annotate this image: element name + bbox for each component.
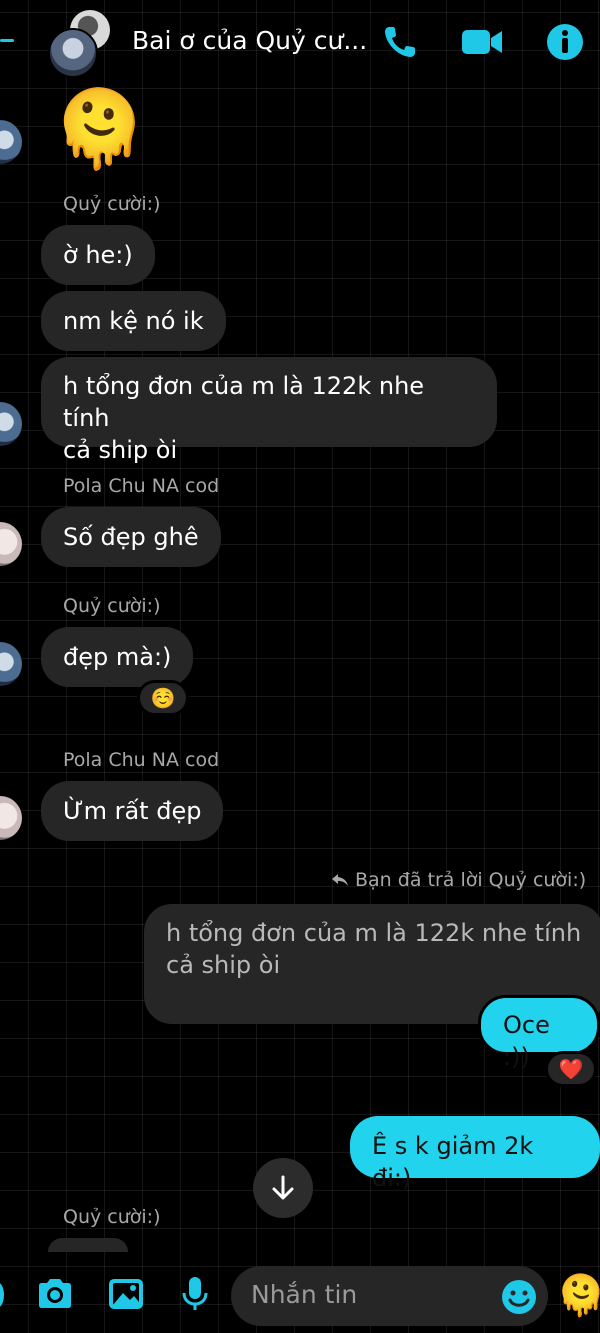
my-message-bubble[interactable]: Oce :))	[478, 995, 600, 1071]
message-input-placeholder: Nhắn tin	[251, 1280, 358, 1309]
message-line: cả ship òi	[63, 436, 178, 464]
arrow-down-icon	[272, 1175, 294, 1200]
phone-icon[interactable]	[380, 22, 420, 62]
sticker-message[interactable]: 🫠	[52, 86, 147, 172]
reply-icon	[332, 874, 348, 886]
quoted-line: cả ship òi	[166, 951, 281, 979]
sender-name: Quỷ cười:)	[63, 193, 161, 215]
group-avatar[interactable]	[48, 28, 98, 78]
sender-name: Quỷ cười:)	[63, 1206, 161, 1228]
my-message-bubble[interactable]: Ê s k giảm 2k đi:)	[350, 1116, 600, 1192]
scroll-to-bottom-button[interactable]	[253, 1158, 313, 1218]
message-bubble[interactable]: ờ he:)	[41, 225, 155, 285]
avatar[interactable]	[0, 522, 22, 566]
avatar[interactable]	[0, 642, 22, 686]
sender-name: Quỷ cười:)	[63, 595, 161, 617]
camera-icon[interactable]	[35, 1274, 75, 1314]
reply-note: Bạn đã trả lời Quỷ cười:)	[355, 869, 587, 891]
chat-title[interactable]: Bai ơ của Quỷ cư...	[132, 26, 367, 55]
message-bubble[interactable]: Số đẹp ghê	[41, 507, 221, 567]
quoted-line: h tổng đơn của m là 122k nhe tính	[166, 919, 582, 947]
more-options-icon[interactable]	[0, 1282, 4, 1308]
avatar[interactable]	[0, 796, 22, 840]
message-bubble-partial[interactable]	[48, 1238, 128, 1252]
message-bubble[interactable]: đẹp mà:)	[41, 627, 194, 687]
avatar[interactable]	[0, 402, 22, 446]
emoji-icon[interactable]	[500, 1278, 538, 1316]
image-icon[interactable]	[106, 1274, 146, 1314]
message-line: h tổng đơn của m là 122k nhe tính	[63, 372, 425, 432]
sender-name: Pola Chu NA cod	[63, 749, 220, 771]
microphone-icon[interactable]	[175, 1274, 215, 1314]
sender-name: Pola Chu NA cod	[63, 475, 220, 497]
message-bubble[interactable]: nm kệ nó ik	[41, 291, 226, 351]
sticker-icon[interactable]: 🫠	[556, 1272, 600, 1320]
info-icon[interactable]	[545, 22, 585, 62]
reaction-badge[interactable]: ☺️	[137, 680, 189, 716]
video-call-icon[interactable]	[460, 22, 504, 62]
message-bubble[interactable]: Ừm rất đẹp	[41, 781, 224, 841]
reaction-badge[interactable]: ❤️	[545, 1051, 597, 1087]
back-icon[interactable]	[0, 39, 14, 42]
avatar[interactable]	[0, 120, 22, 164]
message-bubble[interactable]: h tổng đơn của m là 122k nhe tính cả shi…	[41, 357, 497, 464]
